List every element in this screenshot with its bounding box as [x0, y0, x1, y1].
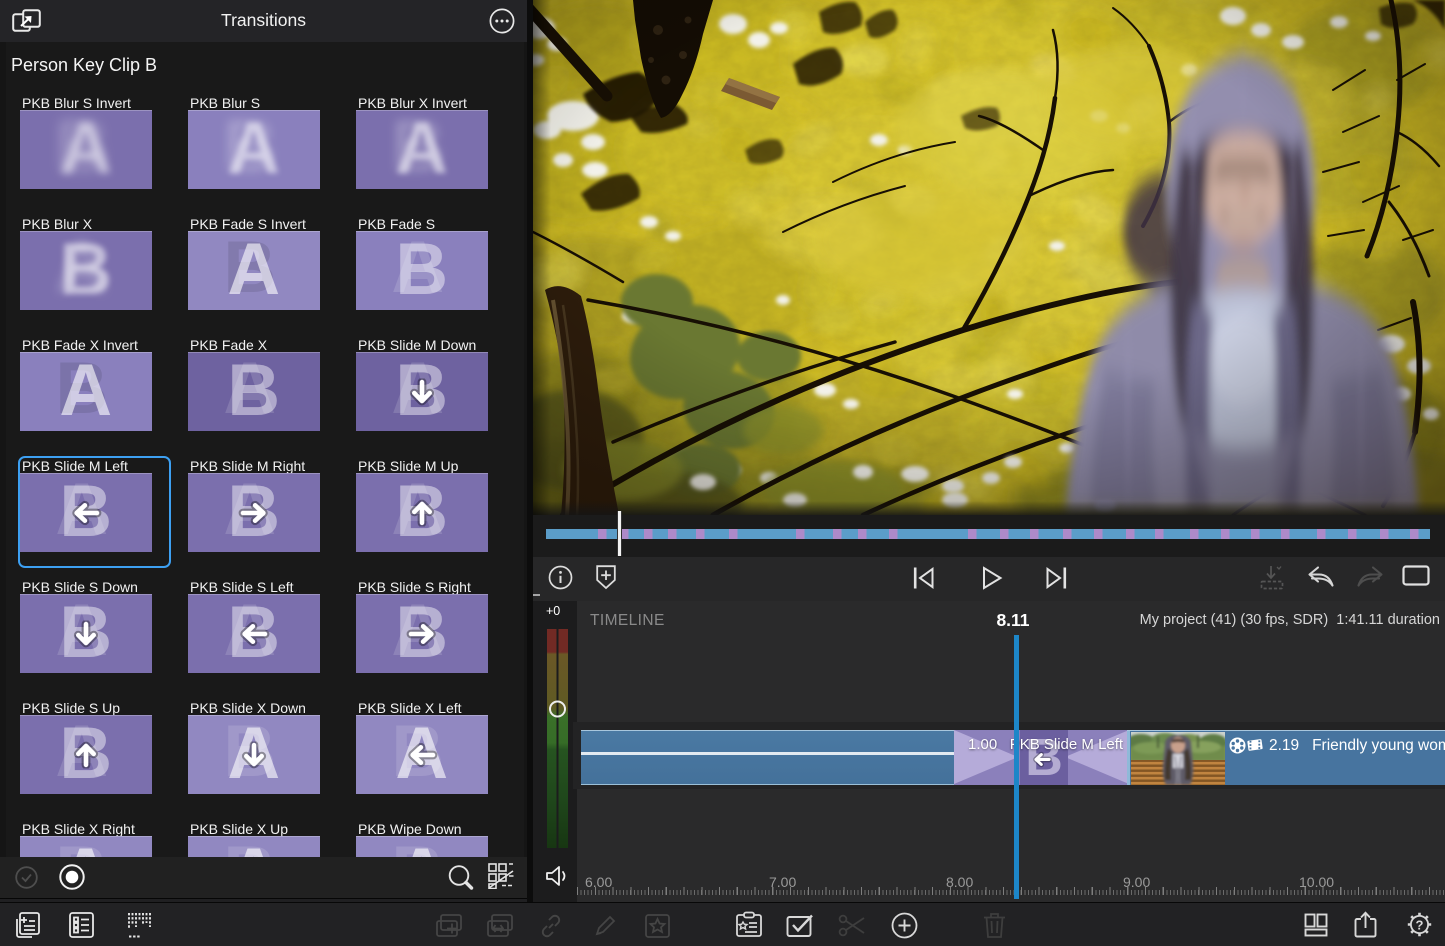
svg-text:?: ? — [1416, 917, 1424, 932]
